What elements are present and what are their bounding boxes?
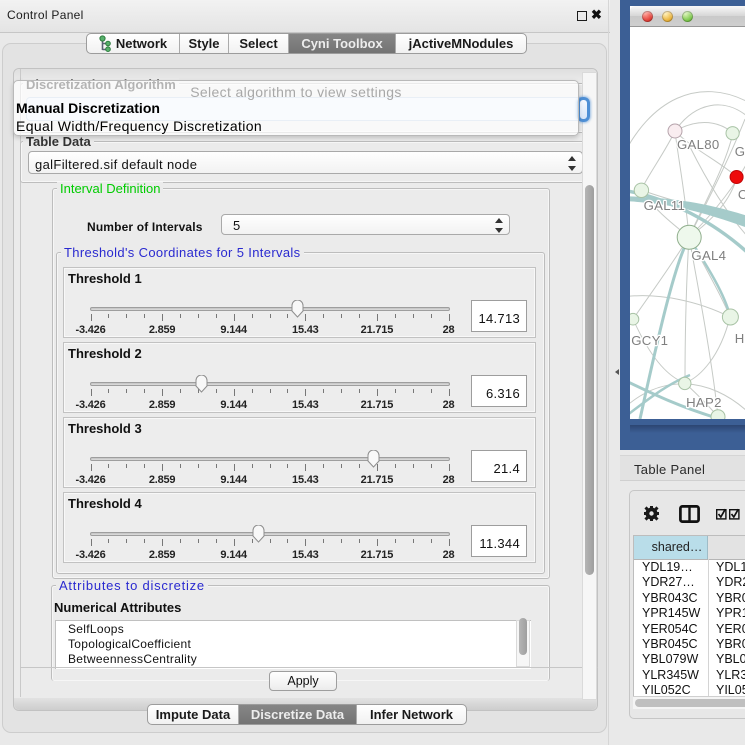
svg-text:GCY1: GCY1 [631, 333, 668, 348]
svg-text:C: C [738, 187, 745, 202]
svg-text:G.: G. [735, 144, 745, 159]
svg-text:GAL80: GAL80 [677, 137, 720, 152]
svg-text:GAL11: GAL11 [644, 198, 686, 213]
svg-text:HAP2: HAP2 [686, 395, 722, 410]
svg-text:GAL4: GAL4 [691, 248, 726, 263]
svg-text:H: H [735, 331, 745, 346]
